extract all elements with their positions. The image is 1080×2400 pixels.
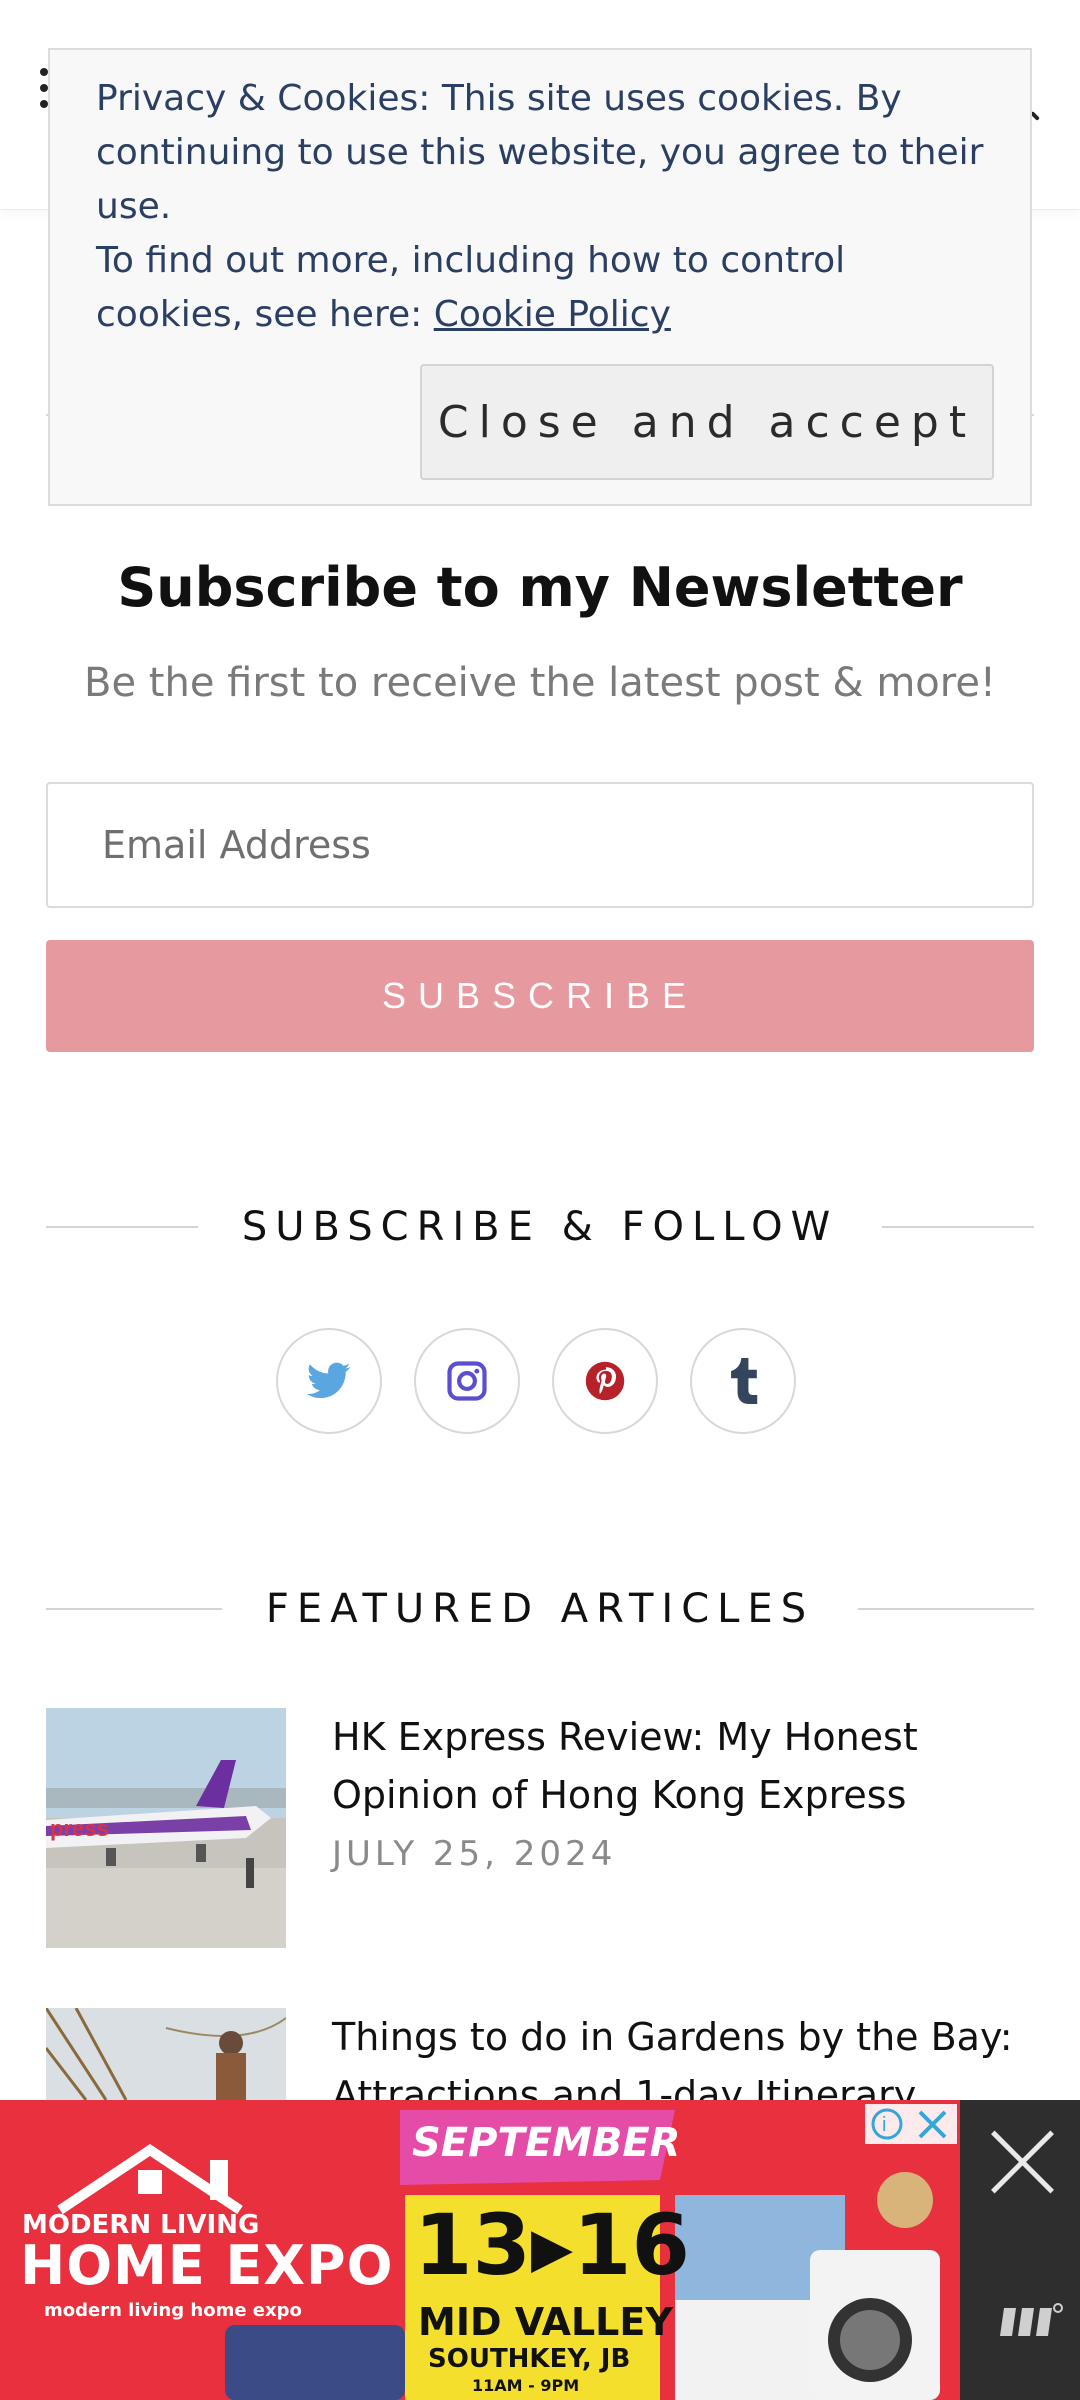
ad-brand-big: HOME EXPO [20, 2234, 394, 2297]
follow-heading: SUBSCRIBE & FOLLOW [241, 1204, 839, 1250]
close-and-accept-button[interactable]: Close and accept [420, 364, 994, 480]
email-field[interactable] [46, 782, 1034, 908]
newsletter-title: Subscribe to my Newsletter [117, 556, 963, 619]
newsletter-subtitle: Be the first to receive the latest post … [84, 660, 996, 706]
ad-brand-small: modern living home expo [44, 2300, 302, 2321]
cookie-policy-link[interactable]: Cookie Policy [434, 294, 671, 335]
featured-heading: FEATURED ARTICLES [265, 1586, 815, 1632]
ad-banner[interactable]: i MODERN LIVING HOME EXPO modern living … [0, 2100, 1080, 2400]
article-thumbnail[interactable]: press [46, 1708, 286, 1948]
article-thumbnail[interactable] [46, 2008, 286, 2100]
svg-text:i: i [882, 2114, 886, 2136]
article-date: JULY 25, 2024 [332, 1834, 617, 1874]
pinterest-link[interactable] [552, 1328, 658, 1434]
divider [858, 1608, 1034, 1610]
cookie-banner: Privacy & Cookies: This site uses cookie… [48, 48, 1032, 506]
twitter-link[interactable] [276, 1328, 382, 1434]
twitter-icon [307, 1362, 351, 1399]
divider [46, 1226, 198, 1228]
article-item[interactable]: press HK Express Review: My Honest Opini… [46, 1708, 1034, 1948]
ad-hours: 11AM - 9PM [472, 2376, 580, 2395]
ad-venue: MID VALLEY [418, 2300, 673, 2344]
pinterest-icon [585, 1361, 625, 1401]
svg-text:press: press [50, 1816, 109, 1841]
instagram-link[interactable] [414, 1328, 520, 1434]
tumblr-link[interactable] [690, 1328, 796, 1434]
tumblr-icon [731, 1358, 758, 1404]
divider [46, 1608, 222, 1610]
cookie-text: Privacy & Cookies: This site uses cookie… [96, 72, 996, 342]
follow-heading-row: SUBSCRIBE & FOLLOW [46, 1202, 1035, 1252]
instagram-icon [447, 1361, 487, 1401]
subscribe-button[interactable]: SUBSCRIBE [46, 940, 1034, 1052]
ad-dates: 13▸16 [414, 2196, 690, 2294]
social-links [276, 1328, 806, 1434]
ad-creative[interactable]: i MODERN LIVING HOME EXPO modern living … [0, 2100, 960, 2400]
ad-month: SEPTEMBER [412, 2120, 681, 2166]
article-title[interactable]: HK Express Review: My Honest Opinion of … [332, 1708, 1052, 1824]
ad-venue-sub: SOUTHKEY, JB [428, 2344, 631, 2374]
featured-heading-row: FEATURED ARTICLES [46, 1584, 1034, 1634]
cookie-text-line1: Privacy & Cookies: This site uses cookie… [96, 78, 984, 227]
divider [882, 1226, 1035, 1228]
ad-network-logo-icon [1000, 2303, 1063, 2336]
article-item[interactable]: Things to do in Gardens by the Bay: Attr… [46, 2008, 1034, 2117]
ad-close-icon[interactable] [980, 2120, 1064, 2204]
